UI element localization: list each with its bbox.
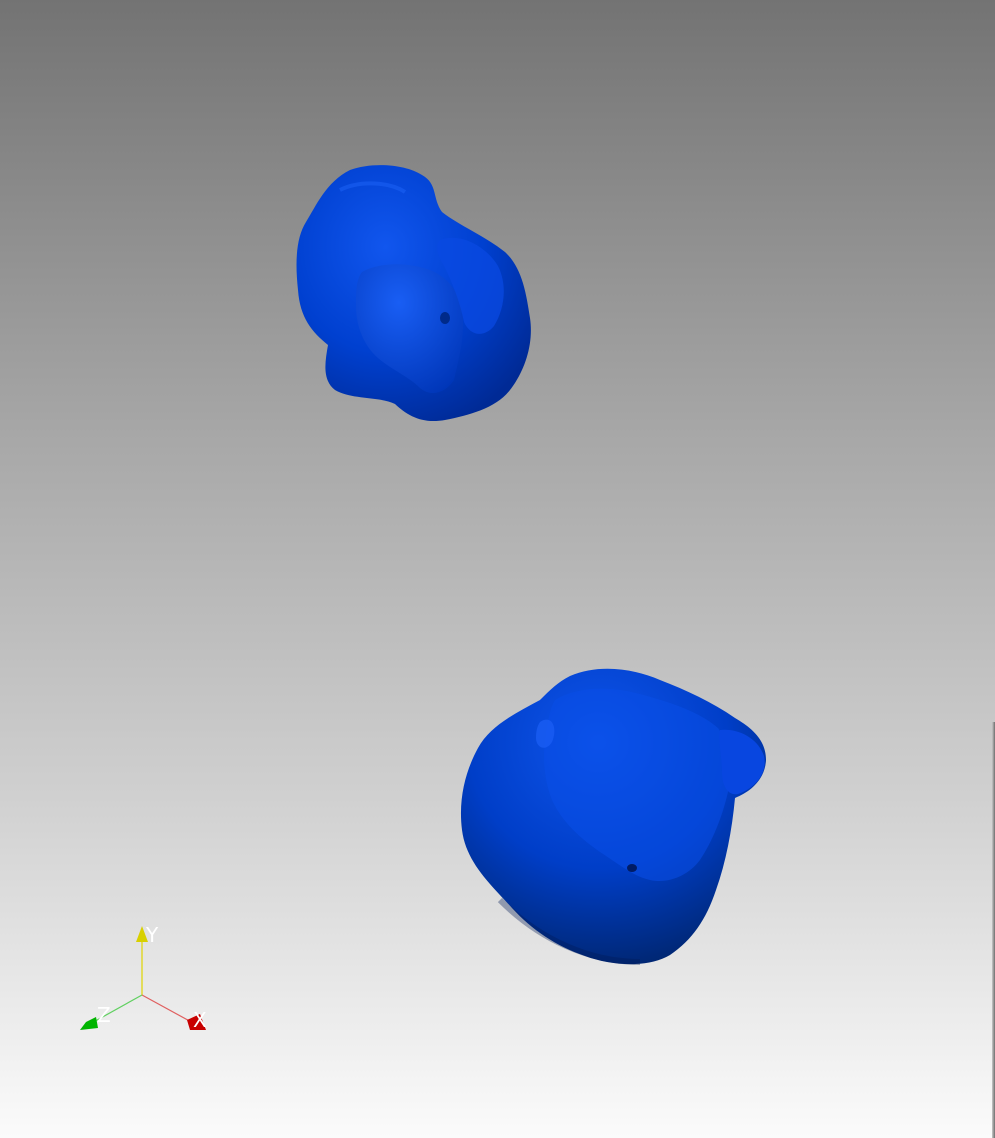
render-scene: Y X Z bbox=[80, 165, 766, 1032]
surface-blob-upper[interactable] bbox=[296, 165, 531, 422]
3d-viewport[interactable]: Y X Z bbox=[0, 0, 995, 1138]
x-axis-line bbox=[141, 994, 196, 1025]
x-axis-label: X bbox=[193, 1008, 207, 1032]
surface-blob-lower[interactable] bbox=[460, 668, 766, 965]
z-axis-label: Z bbox=[97, 1003, 111, 1027]
z-axis-arrow-icon bbox=[80, 1017, 98, 1030]
y-axis-label: Y bbox=[145, 923, 159, 947]
orientation-axes: Y X Z bbox=[80, 923, 207, 1032]
